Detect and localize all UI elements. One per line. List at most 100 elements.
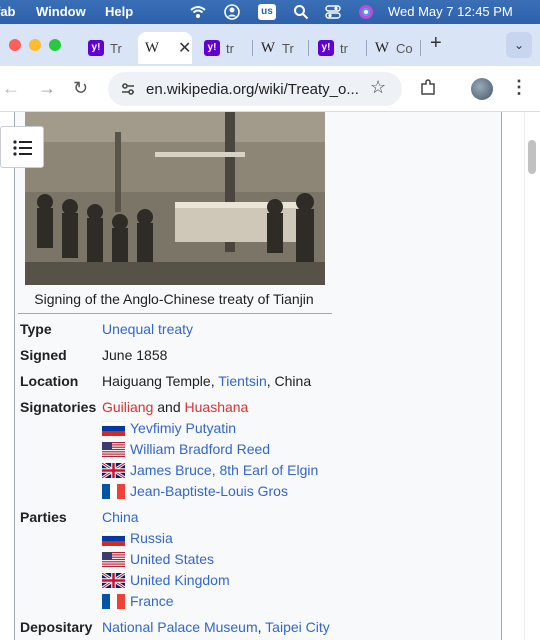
tab-title: tr [340,41,348,56]
browser-tab-strip: y! Tr W ✕ y! tr W Tr y! tr W Co + ⌄ [0,24,540,66]
signatories-label: Signatories [20,399,97,415]
uk-flag-icon [102,573,125,588]
location-text: Haiguang Temple, [102,373,219,389]
party-link[interactable]: Russia [130,530,173,546]
signatories-chinese: Guiliang and Huashana [102,399,248,415]
signatory-link[interactable]: James Bruce, 8th Earl of Elgin [130,462,318,478]
guiliang-redlink[interactable]: Guiliang [102,399,153,415]
back-arrow-icon[interactable]: ← [2,78,20,99]
tab-title: Co [396,41,413,56]
signed-value: June 1858 [102,347,168,363]
close-window-button[interactable] [9,39,21,51]
national-palace-museum-link[interactable]: National Palace Museum [102,619,258,635]
type-label: Type [20,321,52,337]
maximize-window-button[interactable] [49,39,61,51]
image-caption: Signing of the Anglo-Chinese treaty of T… [34,291,314,307]
france-flag-icon [102,594,125,609]
usa-flag-icon [102,552,125,567]
more-menu-kebab-icon[interactable]: ⋮ [510,77,528,98]
bookmark-star-icon[interactable]: ☆ [370,77,386,98]
treaty-signing-engraving[interactable] [25,112,325,285]
tab-2-active[interactable]: W ✕ [138,32,192,64]
wikipedia-favicon-icon: W [374,40,390,56]
and-text: and [153,399,185,415]
signatory-row: William Bradford Reed [102,441,270,457]
site-settings-tune-icon[interactable] [120,81,136,97]
tab-title: Tr [282,41,294,56]
tientsin-link[interactable]: Tientsin [218,373,267,389]
party-row: United Kingdom [102,572,230,588]
siri-icon[interactable] [358,4,374,20]
location-suffix: , China [266,373,312,389]
tab-6[interactable]: W Co [368,32,418,64]
wifi-icon[interactable] [190,4,206,20]
user-account-icon[interactable] [224,4,240,20]
party-row: Russia [102,530,173,546]
spotlight-search-icon[interactable] [293,4,309,20]
page-scrollbar[interactable] [524,112,540,640]
tab-separator [420,40,421,56]
address-bar[interactable]: en.wikipedia.org/wiki/Treaty_o... ☆ [108,72,402,106]
menu-help[interactable]: Help [105,4,133,19]
party-link[interactable]: France [130,593,174,609]
input-source-badge[interactable]: us [258,4,276,20]
wikipedia-page: Signing of the Anglo-Chinese treaty of T… [0,112,540,640]
signatory-link[interactable]: Yevfimiy Putyatin [130,420,236,436]
party-row: United States [102,551,214,567]
party-link[interactable]: United Kingdom [130,572,230,588]
reload-icon[interactable]: ↻ [73,78,88,99]
china-link[interactable]: China [102,509,139,525]
profile-avatar[interactable] [471,78,493,100]
browser-toolbar: ← → ↻ en.wikipedia.org/wiki/Treaty_o... … [0,66,540,112]
uk-flag-icon [102,463,125,478]
scrollbar-thumb[interactable] [528,140,536,174]
signatory-link[interactable]: Jean-Baptiste-Louis Gros [130,483,288,499]
signatory-link[interactable]: William Bradford Reed [130,441,270,457]
location-value: Haiguang Temple, Tientsin, China [102,373,311,389]
type-link[interactable]: Unequal treaty [102,321,193,337]
party-link[interactable]: United States [130,551,214,567]
signatory-row: James Bruce, 8th Earl of Elgin [102,462,318,478]
list-bullets-icon [13,140,32,156]
yahoo-favicon-icon: y! [88,40,104,56]
menu-window[interactable]: Window [36,4,86,19]
control-center-icon[interactable] [325,4,341,20]
tab-5[interactable]: y! tr [312,32,364,64]
tab-separator [252,40,253,56]
tab-title: tr [226,41,234,56]
new-tab-plus-icon[interactable]: + [430,32,442,55]
wikipedia-favicon-icon: W [260,40,276,56]
tab-3[interactable]: y! tr [198,32,250,64]
usa-flag-icon [102,442,125,457]
tab-separator [308,40,309,56]
signed-label: Signed [20,347,67,363]
huashana-redlink[interactable]: Huashana [185,399,249,415]
close-tab-icon[interactable]: ✕ [178,38,191,58]
france-flag-icon [102,484,125,499]
tab-1[interactable]: y! Tr [82,32,132,64]
parties-label: Parties [20,509,67,525]
macos-menubar: fab Window Help us Wed May 7 12:45 PM [0,0,540,24]
taipei-city-link[interactable]: Taipei City [265,619,330,635]
depositary-label: Depositary [20,619,93,635]
signatory-row: Yevfimiy Putyatin [102,420,236,436]
url-text[interactable]: en.wikipedia.org/wiki/Treaty_o... [146,81,359,98]
tab-separator [366,40,367,56]
menu-app[interactable]: fab [0,4,16,19]
yahoo-favicon-icon: y! [318,40,334,56]
tab-title: Tr [110,41,122,56]
tab-search-chevron-down-icon[interactable]: ⌄ [506,32,532,58]
wikipedia-favicon-icon: W [144,40,160,56]
caption-divider [18,313,332,314]
minimize-window-button[interactable] [29,39,41,51]
menubar-clock[interactable]: Wed May 7 12:45 PM [388,4,513,19]
location-label: Location [20,373,79,389]
party-row: France [102,593,174,609]
yahoo-favicon-icon: y! [204,40,220,56]
forward-arrow-icon[interactable]: → [38,78,56,99]
extensions-puzzle-icon[interactable] [419,79,437,97]
table-of-contents-button[interactable] [0,126,44,168]
signatory-row: Jean-Baptiste-Louis Gros [102,483,288,499]
russia-flag-icon [102,421,125,436]
tab-4[interactable]: W Tr [254,32,306,64]
